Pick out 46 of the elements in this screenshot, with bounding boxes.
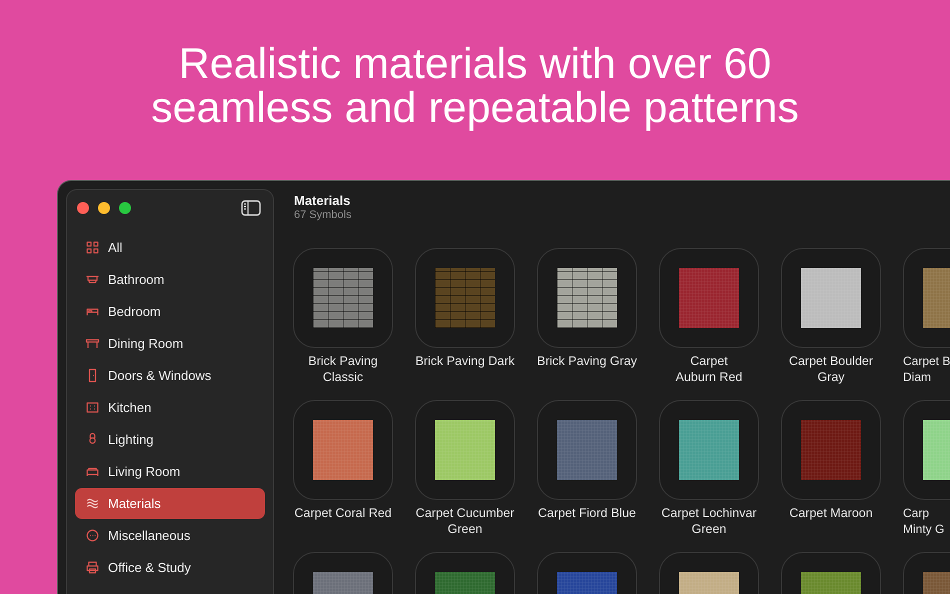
material-tile[interactable] <box>415 400 515 500</box>
category-icon <box>85 560 100 575</box>
sidebar-item[interactable]: All <box>75 232 265 263</box>
material-name: Carpet Lochinvar Green <box>660 505 758 537</box>
material-tile[interactable] <box>659 248 759 348</box>
sidebar-item[interactable]: Bathroom <box>75 264 265 295</box>
material-name: Carpet Coral Red <box>293 505 393 521</box>
zoom-button[interactable] <box>119 202 131 214</box>
sidebar-item[interactable]: Lighting <box>75 424 265 455</box>
material-tile[interactable] <box>293 400 393 500</box>
sidebar-toggle-icon[interactable] <box>241 200 261 216</box>
category-icon <box>85 240 100 255</box>
section-title: Materials <box>294 193 352 208</box>
sidebar-item[interactable]: Kitchen <box>75 392 265 423</box>
material-name: Carpet B Diam <box>903 353 950 385</box>
category-icon <box>85 400 100 415</box>
material-tile[interactable] <box>659 400 759 500</box>
close-button[interactable] <box>77 202 89 214</box>
material-tile[interactable] <box>781 248 881 348</box>
material-tile[interactable] <box>537 400 637 500</box>
material-name: Carpet Cucumber Green <box>414 505 516 537</box>
category-icon <box>85 528 100 543</box>
material-name: Carpet Maroon <box>788 505 874 521</box>
material-name: Carpet Fiord Blue <box>537 505 637 521</box>
headline: Realistic materials with over 60 seamless and repeatable patterns <box>151 42 799 134</box>
material-name: Carpet Auburn Red <box>674 353 744 385</box>
material-name: Carpet Boulder Gray <box>788 353 874 385</box>
sidebar-item[interactable]: Doors & Windows <box>75 360 265 391</box>
sidebar-item[interactable]: Living Room <box>75 456 265 487</box>
sidebar-item[interactable]: Office & Study <box>75 552 265 583</box>
sidebar-item[interactable]: Materials <box>75 488 265 519</box>
sidebar-item[interactable]: Dining Room <box>75 328 265 359</box>
category-icon <box>85 496 100 511</box>
material-tile[interactable] <box>781 400 881 500</box>
category-icon <box>85 336 100 351</box>
material-tile[interactable] <box>537 248 637 348</box>
sidebar-item[interactable]: Bedroom <box>75 296 265 327</box>
material-tile[interactable] <box>293 248 393 348</box>
material-name: Carp Minty G <box>903 505 944 537</box>
material-name: Brick Paving Dark <box>414 353 516 369</box>
symbol-count: 67 Symbols <box>294 209 352 221</box>
minimize-button[interactable] <box>98 202 110 214</box>
material-name: Brick Paving Classic <box>307 353 379 385</box>
material-tile[interactable] <box>415 248 515 348</box>
material-name: Brick Paving Gray <box>536 353 638 369</box>
sidebar-item[interactable]: Miscellaneous <box>75 520 265 551</box>
